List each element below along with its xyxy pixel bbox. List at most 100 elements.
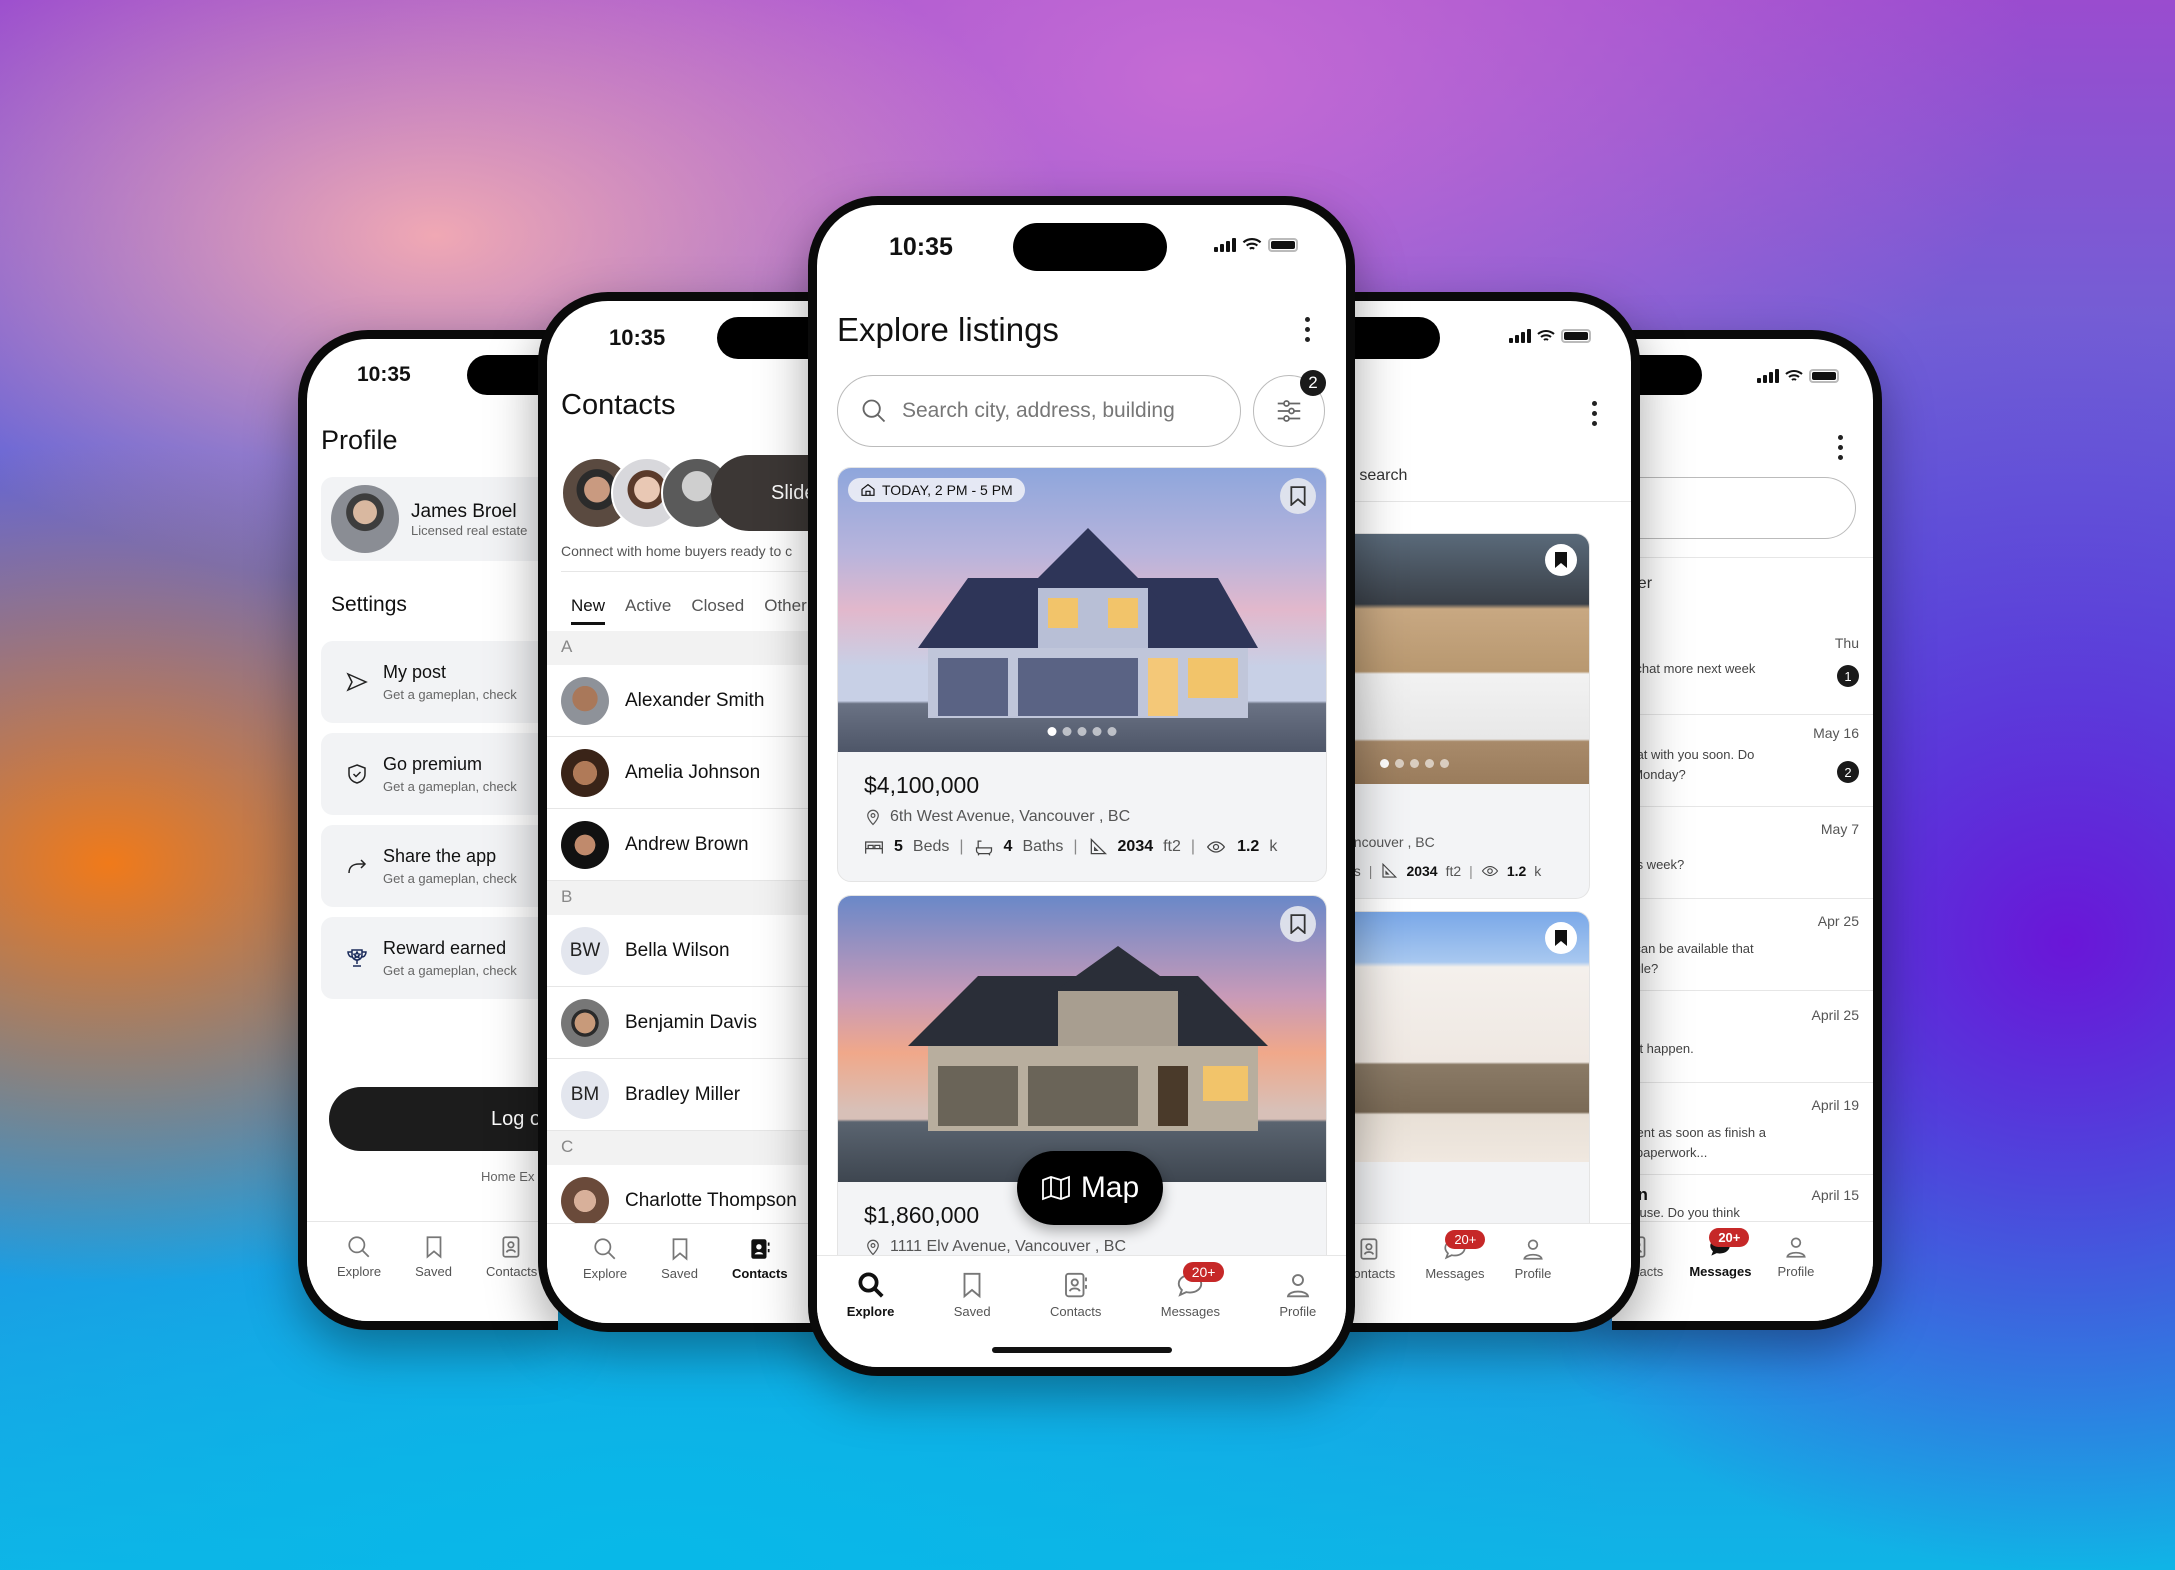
tab-label: Explore <box>337 1264 382 1279</box>
tab-profile[interactable]: Profile <box>1279 1270 1316 1367</box>
settings-item-go-premium[interactable]: Go premium Get a gameplan, check <box>321 733 558 815</box>
views-value: 1.2 <box>1506 863 1527 879</box>
user-icon <box>1520 1236 1546 1262</box>
profile-card[interactable]: James Broel Licensed real estate <box>321 477 558 561</box>
contact-name: Alexander Smith <box>625 689 765 711</box>
tab-saved[interactable]: Saved <box>954 1270 991 1367</box>
contact-row[interactable]: BW Bella Wilson <box>547 915 838 987</box>
tab-explore[interactable]: Explore <box>846 1270 895 1367</box>
contact-row[interactable]: Alexander Smith <box>547 665 838 737</box>
saved-listing-card[interactable]: ancouver , BC hs| 2034ft2| 1.2k <box>1330 533 1590 899</box>
profile-name: James Broel <box>411 500 517 522</box>
more-options-icon[interactable] <box>1305 317 1310 342</box>
listing-price: $4,100,000 <box>864 772 980 798</box>
tab-messages[interactable]: 20+ Messages <box>1689 1228 1751 1321</box>
contact-name: Andrew Brown <box>625 833 749 855</box>
tab-new[interactable]: New <box>571 596 606 625</box>
contact-name: Bradley Miller <box>625 1083 741 1105</box>
tab-contacts[interactable]: Contacts <box>486 1234 537 1321</box>
status-icons <box>1509 329 1591 343</box>
logout-button[interactable]: Log o <box>329 1087 558 1151</box>
saved-search-label[interactable]: d search <box>1346 467 1407 485</box>
tab-profile[interactable]: Profile <box>1777 1234 1814 1321</box>
battery-icon <box>1561 329 1591 343</box>
bookmark-button[interactable] <box>1280 478 1316 514</box>
settings-item-share-app[interactable]: Share the app Get a gameplan, check <box>321 825 558 907</box>
settings-item-subtitle: Get a gameplan, check <box>383 687 517 702</box>
tab-label: Explore <box>846 1304 895 1319</box>
search-icon <box>346 1234 372 1260</box>
open-house-time: TODAY, 2 PM - 5 PM <box>882 482 1013 498</box>
tab-profile[interactable]: Profile <box>1515 1236 1551 1323</box>
settings-heading: Settings <box>331 593 407 616</box>
tab-saved[interactable]: Saved <box>415 1234 452 1321</box>
message-thread[interactable]: Apr 25 re I can be available that nedule… <box>1612 899 1873 991</box>
avatar <box>331 485 399 553</box>
settings-item-title: Go premium <box>383 754 483 774</box>
views-value: 1.2 <box>1237 838 1260 855</box>
message-thread[interactable]: Thu et's chat more next week 1 <box>1612 623 1873 715</box>
map-icon <box>1041 1175 1071 1201</box>
tab-closed[interactable]: Closed <box>691 596 744 625</box>
contact-row[interactable]: Andrew Brown <box>547 809 838 881</box>
message-date: Thu <box>1834 635 1859 651</box>
listing-address: ancouver , BC <box>1346 834 1435 850</box>
listing-card[interactable]: TODAY, 2 PM - 5 PM $4,100,000 6th West A… <box>837 467 1327 882</box>
unread-count-badge: 20+ <box>1182 1262 1225 1282</box>
divider <box>1330 501 1631 502</box>
message-date: April 15 <box>1811 1187 1859 1203</box>
tab-other[interactable]: Other <box>764 596 807 625</box>
status-time: 10:35 <box>609 325 666 350</box>
contact-row[interactable]: Amelia Johnson <box>547 737 838 809</box>
bookmark-icon <box>1290 914 1306 934</box>
settings-item-subtitle: Get a gameplan, check <box>383 779 517 794</box>
map-button[interactable]: Map <box>1017 1151 1163 1225</box>
bathtub-icon <box>974 838 994 856</box>
contact-row[interactable]: BM Bradley Miller <box>547 1059 838 1131</box>
contacts-phone: 10:35 Contacts Slide Connect with home b… <box>538 292 838 1332</box>
tab-active[interactable]: Active <box>625 596 671 625</box>
wifi-icon <box>1785 369 1803 383</box>
user-icon <box>1783 1234 1809 1260</box>
avatar <box>561 748 609 797</box>
tab-label: Contacts <box>731 1266 788 1281</box>
tab-saved[interactable]: Saved <box>661 1236 698 1323</box>
tab-label: Contacts <box>485 1264 538 1279</box>
tab-explore[interactable]: Explore <box>337 1234 381 1321</box>
message-date: May 16 <box>1813 725 1859 741</box>
battery-icon <box>1809 369 1839 383</box>
page-title: Profile <box>321 425 398 455</box>
saved-listing-card[interactable]: er , BC <box>1330 911 1590 1259</box>
settings-item-my-post[interactable]: My post Get a gameplan, check <box>321 641 558 723</box>
settings-item-reward[interactable]: Reward earned Get a gameplan, check <box>321 917 558 999</box>
tab-messages[interactable]: 20+ Messages <box>1425 1230 1486 1323</box>
avatar <box>561 1176 609 1225</box>
battery-icon <box>1268 237 1298 252</box>
avatar <box>561 998 609 1047</box>
more-options-icon[interactable] <box>1838 435 1843 460</box>
more-options-icon[interactable] <box>1592 401 1597 426</box>
tab-contacts[interactable]: Contacts <box>732 1236 788 1323</box>
message-thread[interactable]: April 19 ayment as soon as finish a few … <box>1612 1083 1873 1175</box>
contact-row[interactable]: Benjamin Davis <box>547 987 838 1059</box>
bookmark-filled-icon[interactable] <box>1545 544 1577 576</box>
filter-button[interactable]: 2 <box>1253 370 1326 447</box>
carousel-dots[interactable] <box>1047 727 1117 736</box>
tab-explore[interactable]: Explore <box>583 1236 627 1323</box>
contact-name: Benjamin Davis <box>625 1011 757 1033</box>
search-input[interactable] <box>1612 477 1856 539</box>
baths-value: 4 <box>1003 838 1013 855</box>
message-thread[interactable]: May 7 e this week? <box>1612 807 1873 899</box>
message-thread[interactable]: May 16 ey o chat with you soon. Do his M… <box>1612 715 1873 807</box>
listing-card[interactable]: $1,860,000 1111 Elv Avenue, Vancouver , … <box>837 895 1327 1295</box>
home-indicator[interactable] <box>991 1347 1172 1353</box>
section-header: A <box>547 631 838 665</box>
shield-check-icon <box>345 762 369 786</box>
bookmark-filled-icon[interactable] <box>1545 922 1577 954</box>
divider <box>1612 557 1873 558</box>
status-time: 10:35 <box>889 233 953 261</box>
search-input[interactable]: Search city, address, building <box>837 375 1241 447</box>
message-thread[interactable]: April 25 ake it happen. <box>1612 991 1873 1083</box>
bookmark-button[interactable] <box>1280 906 1316 942</box>
listing-address: 1111 Elv Avenue, Vancouver , BC <box>890 1238 1126 1255</box>
